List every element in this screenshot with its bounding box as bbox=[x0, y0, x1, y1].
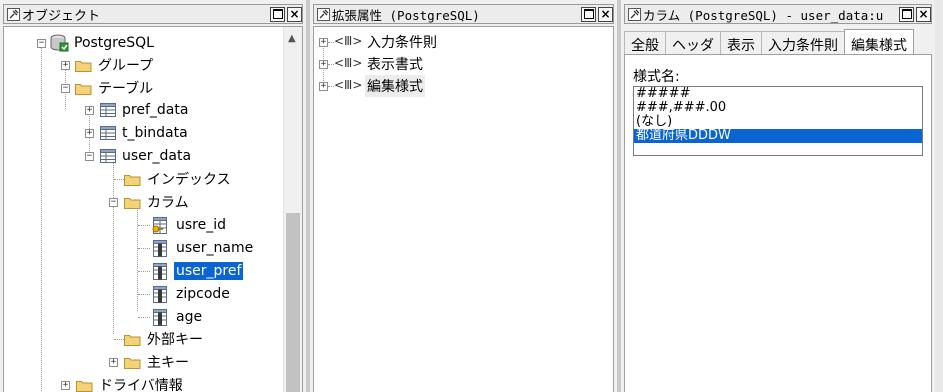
pin-icon[interactable] bbox=[317, 7, 330, 21]
format-option[interactable]: (なし) bbox=[634, 115, 922, 129]
table-icon bbox=[100, 126, 116, 140]
tree-item-label: 入力条件則 bbox=[367, 35, 437, 51]
column-icon bbox=[153, 309, 167, 326]
tree-item-label: インデックス bbox=[147, 172, 231, 188]
tree-item-label: t_bindata bbox=[122, 125, 188, 141]
tree-item-label: グループ bbox=[98, 58, 154, 74]
object-panel-titlebar[interactable]: オブジェクト × bbox=[3, 4, 303, 24]
edit-style-tab-panel: 様式名: ##### ###,###.00 (なし) 都道府県DDDW bbox=[624, 55, 932, 392]
key-column-icon bbox=[152, 217, 167, 234]
folder-icon bbox=[124, 175, 141, 186]
extended-attributes-tree[interactable]: + <Ⅲ> 入力条件則 + <Ⅲ> 表示書式 + <Ⅲ> 編集様式 bbox=[313, 26, 614, 392]
maximize-button[interactable] bbox=[899, 6, 914, 22]
tree-item-label: user_data bbox=[122, 148, 192, 164]
folder-icon bbox=[76, 381, 93, 392]
maximize-button[interactable] bbox=[270, 6, 285, 22]
column-icon bbox=[153, 263, 167, 280]
tree-item-label: 編集様式 bbox=[365, 75, 425, 97]
format-name-listbox[interactable]: ##### ###,###.00 (なし) 都道府県DDDW bbox=[633, 86, 923, 156]
tree-item-label: 外部キー bbox=[147, 332, 203, 348]
tree-item-label: ドライバ情報 bbox=[99, 378, 183, 392]
tag-icon: <Ⅲ> bbox=[334, 56, 363, 70]
tab-edit-style[interactable]: 編集様式 bbox=[844, 29, 914, 54]
maximize-button[interactable] bbox=[581, 6, 596, 22]
column-icon bbox=[153, 240, 167, 257]
database-icon bbox=[50, 34, 69, 52]
tree-item-label: age bbox=[176, 309, 203, 325]
table-icon bbox=[100, 103, 116, 117]
close-button[interactable]: × bbox=[287, 6, 302, 22]
tree-item-label: カラム bbox=[147, 195, 189, 211]
tree-item-label: 主キー bbox=[147, 355, 189, 371]
property-tabs: 全般 ヘッダ 表示 入力条件則 編集様式 bbox=[624, 29, 932, 55]
close-button[interactable]: × bbox=[916, 6, 931, 22]
tag-icon: <Ⅲ> bbox=[334, 34, 363, 48]
tree-item-label: テーブル bbox=[98, 81, 154, 97]
tree-item-label: user_name bbox=[176, 240, 254, 256]
tab-input-rules[interactable]: 入力条件則 bbox=[761, 31, 845, 54]
folder-icon bbox=[124, 335, 141, 346]
format-option[interactable]: ###,###.00 bbox=[634, 101, 922, 115]
folder-icon bbox=[75, 84, 92, 95]
tree-item-label: usre_id bbox=[176, 217, 227, 233]
column-properties-panel: カラム (PostgreSQL) - user_data:u × 全般 ヘッダ … bbox=[621, 0, 935, 392]
column-icon bbox=[153, 286, 167, 303]
format-option[interactable]: ##### bbox=[634, 87, 922, 101]
format-option-selected[interactable]: 都道府県DDDW bbox=[634, 129, 922, 143]
extended-attributes-titlebar[interactable]: 拡張属性 (PostgreSQL) × bbox=[313, 4, 614, 24]
tab-display[interactable]: 表示 bbox=[720, 31, 762, 54]
folder-icon bbox=[75, 61, 92, 72]
tree-item-label: 表示書式 bbox=[367, 57, 423, 73]
tree-item-postgresql[interactable]: − PostgreSQL bbox=[34, 32, 154, 54]
column-properties-title: カラム (PostgreSQL) - user_data:u bbox=[643, 7, 884, 23]
vertical-scrollbar[interactable]: ▲ bbox=[283, 27, 302, 392]
tag-icon: <Ⅲ> bbox=[334, 78, 363, 92]
extended-attributes-title: 拡張属性 (PostgreSQL) bbox=[332, 7, 480, 23]
scroll-up-icon[interactable]: ▲ bbox=[288, 33, 296, 44]
format-name-label: 様式名: bbox=[633, 69, 680, 85]
tree-item-label: zipcode bbox=[176, 286, 230, 302]
window-edge bbox=[935, 0, 943, 392]
tab-header[interactable]: ヘッダ bbox=[665, 31, 721, 54]
object-panel-title: オブジェクト bbox=[22, 8, 101, 24]
tab-general[interactable]: 全般 bbox=[624, 31, 666, 54]
column-properties-titlebar[interactable]: カラム (PostgreSQL) - user_data:u × bbox=[624, 4, 932, 24]
object-tree[interactable]: − PostgreSQL + グループ − テーブル + pref_data +… bbox=[3, 26, 303, 392]
extended-attributes-panel: 拡張属性 (PostgreSQL) × + <Ⅲ> 入力条件則 + <Ⅲ> 表示… bbox=[310, 0, 617, 392]
tree-item-label: pref_data bbox=[122, 102, 189, 118]
folder-icon bbox=[124, 358, 141, 369]
tree-item-label: user_pref bbox=[172, 261, 245, 281]
pin-icon[interactable] bbox=[628, 7, 641, 21]
tree-item-label: PostgreSQL bbox=[74, 35, 154, 51]
close-button[interactable]: × bbox=[598, 6, 613, 22]
table-icon bbox=[100, 149, 116, 163]
scrollbar-thumb[interactable] bbox=[286, 213, 300, 392]
folder-icon bbox=[124, 198, 141, 209]
pin-icon[interactable] bbox=[7, 7, 20, 21]
object-panel: オブジェクト × − PostgreSQL + グループ − テーブル + pr… bbox=[0, 0, 306, 392]
